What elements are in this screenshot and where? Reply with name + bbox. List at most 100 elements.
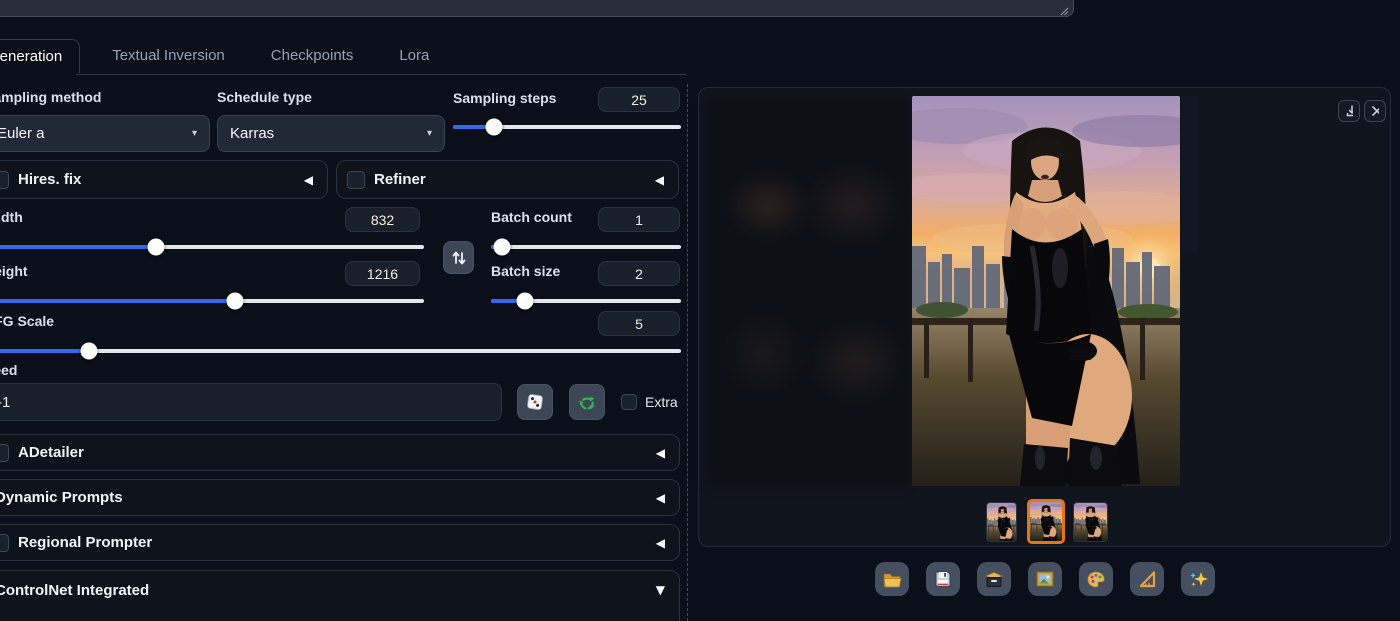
dynamic-prompts-accordion[interactable]: Dynamic Prompts ◀	[0, 479, 680, 516]
chevron-down-icon: ▾	[426, 128, 432, 139]
controlnet-accordion[interactable]: ControlNet Integrated ▼	[0, 570, 680, 621]
folder-icon	[883, 573, 902, 588]
batch-size-input[interactable]: 2	[598, 261, 680, 286]
save-zip-button[interactable]	[977, 562, 1011, 596]
gallery-thumbnail-selected[interactable]	[1027, 499, 1065, 544]
batch-count-input[interactable]: 1	[598, 207, 680, 232]
recycle-icon	[579, 396, 595, 410]
floppy-disk-icon	[935, 571, 951, 587]
tab-underline	[76, 74, 686, 75]
gallery-thumbnail[interactable]	[1073, 502, 1108, 542]
slider-knob[interactable]	[493, 238, 511, 255]
tab-textual-inversion[interactable]: Textual Inversion	[98, 39, 239, 73]
framed-picture-icon	[1036, 571, 1054, 587]
regional-prompter-accordion[interactable]: Regional Prompter ◀	[0, 524, 680, 561]
refiner-accordion[interactable]: Refiner ◀	[336, 160, 679, 199]
slider-knob[interactable]	[147, 238, 165, 255]
height-input[interactable]: 1216	[345, 261, 420, 286]
caret-left-icon: ◀	[655, 490, 665, 505]
triangular-ruler-icon	[1139, 571, 1156, 588]
palette-icon	[1087, 571, 1105, 588]
download-image-button[interactable]	[1338, 100, 1360, 122]
save-image-button[interactable]	[926, 562, 960, 596]
caret-down-icon: ▼	[655, 583, 665, 597]
schedule-type-dropdown[interactable]: Karras ▾	[217, 115, 445, 152]
send-to-img2img-button[interactable]	[1028, 562, 1062, 596]
batch-count-slider[interactable]	[491, 238, 681, 255]
hires-fix-label: Hires. fix	[18, 171, 82, 188]
upscale-button[interactable]	[1181, 562, 1215, 596]
width-input[interactable]: 832	[345, 207, 420, 232]
generated-image[interactable]	[912, 96, 1180, 486]
height-label: Height	[0, 263, 28, 279]
caret-left-icon: ◀	[303, 172, 313, 187]
swap-dimensions-button[interactable]	[443, 241, 474, 274]
tab-checkpoints[interactable]: Checkpoints	[257, 39, 368, 73]
sampling-method-label: Sampling method	[0, 89, 102, 105]
slider-knob[interactable]	[80, 342, 98, 359]
cfg-scale-label: CFG Scale	[0, 313, 55, 329]
random-seed-button[interactable]	[517, 384, 553, 420]
regional-prompter-checkbox[interactable]	[0, 533, 9, 552]
reuse-seed-button[interactable]	[569, 384, 605, 420]
extra-seed-label: Extra	[645, 394, 678, 410]
sparkles-icon	[1190, 572, 1208, 587]
dice-icon	[527, 394, 543, 410]
slider-knob[interactable]	[226, 292, 244, 309]
thumbnail-image	[1030, 502, 1062, 541]
width-slider[interactable]	[0, 238, 424, 255]
send-to-inpaint-button[interactable]	[1079, 562, 1113, 596]
adetailer-label: ADetailer	[18, 444, 84, 461]
width-label: Width	[0, 209, 23, 225]
previous-image-dimmed[interactable]	[707, 96, 910, 486]
stable-diffusion-webui: Generation Textual Inversion Checkpoints…	[0, 0, 1400, 621]
sampling-steps-label: Sampling steps	[453, 90, 557, 106]
schedule-type-label: Schedule type	[217, 89, 312, 105]
extra-seed-checkbox[interactable]	[621, 394, 637, 410]
cfg-scale-input[interactable]: 5	[598, 311, 680, 336]
height-slider[interactable]	[0, 292, 424, 309]
tab-lora[interactable]: Lora	[385, 39, 443, 73]
regional-prompter-label: Regional Prompter	[18, 534, 153, 551]
batch-size-label: Batch size	[491, 263, 561, 279]
close-preview-button[interactable]	[1364, 100, 1386, 122]
archive-box-icon	[985, 572, 1003, 587]
swap-arrows-icon	[452, 251, 466, 264]
dynamic-prompts-label: Dynamic Prompts	[0, 489, 123, 506]
thumbnail-image	[1074, 503, 1107, 541]
adetailer-accordion[interactable]: ADetailer ◀	[0, 434, 680, 471]
thumbnail-image	[987, 503, 1017, 542]
hires-fix-checkbox[interactable]	[0, 170, 9, 189]
gallery-thumbnail[interactable]	[986, 502, 1017, 542]
chevron-down-icon: ▾	[191, 128, 197, 139]
schedule-type-value: Karras	[230, 125, 275, 142]
slider-knob[interactable]	[516, 292, 534, 309]
caret-left-icon: ◀	[655, 535, 665, 550]
seed-input[interactable]	[0, 383, 502, 421]
hires-fix-accordion[interactable]: Hires. fix ◀	[0, 160, 328, 199]
batch-size-slider[interactable]	[491, 292, 681, 309]
next-image-dimmed[interactable]	[1182, 96, 1198, 252]
send-to-extras-button[interactable]	[1130, 562, 1164, 596]
gallery-preview-panel	[698, 87, 1391, 547]
open-output-folder-button[interactable]	[875, 562, 909, 596]
panel-resize-handle[interactable]	[687, 84, 688, 621]
batch-count-label: Batch count	[491, 209, 572, 225]
tab-generation[interactable]: Generation	[0, 39, 81, 73]
sampling-method-dropdown[interactable]: Euler a ▾	[0, 115, 210, 152]
sampling-steps-slider[interactable]	[453, 118, 681, 135]
cfg-scale-slider[interactable]	[0, 342, 681, 359]
seed-label: Seed	[0, 362, 18, 378]
prompt-textarea[interactable]	[0, 0, 1074, 17]
close-icon	[1372, 106, 1379, 116]
controlnet-label: ControlNet Integrated	[0, 582, 150, 599]
textarea-resize-handle[interactable]	[1058, 5, 1070, 17]
adetailer-checkbox[interactable]	[0, 443, 9, 462]
slider-knob[interactable]	[485, 118, 503, 135]
download-icon	[1346, 105, 1353, 117]
caret-left-icon: ◀	[655, 445, 665, 460]
refiner-label: Refiner	[374, 171, 426, 188]
tab-bar: Generation Textual Inversion Checkpoints…	[0, 39, 443, 73]
sampling-steps-input[interactable]: 25	[598, 87, 680, 112]
refiner-checkbox[interactable]	[347, 170, 365, 189]
